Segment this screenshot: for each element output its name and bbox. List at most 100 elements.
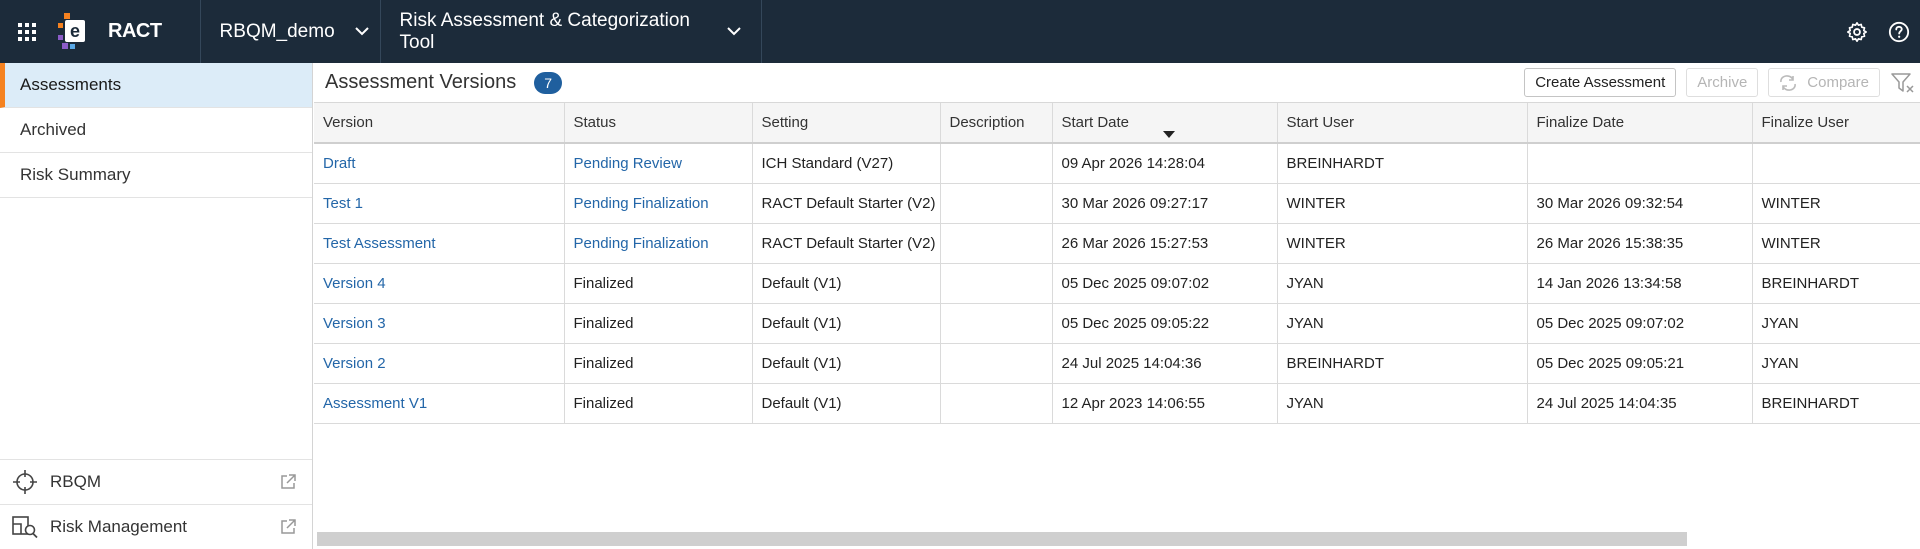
cell-description — [940, 343, 1053, 384]
cell-status: Finalized — [564, 343, 753, 384]
cell-version[interactable]: Test Assessment — [314, 223, 565, 264]
table-row[interactable]: Draft Pending Review ICH Standard (V27) 09 … — [314, 143, 1920, 184]
cell-description — [940, 263, 1053, 304]
help-icon[interactable] — [1878, 0, 1920, 63]
sidebar: Assessments Archived Risk Summary RBQM R… — [0, 63, 313, 549]
cell-finalize-date: 24 Jul 2025 14:04:35 — [1527, 383, 1753, 424]
cell-finalize-date: 05 Dec 2025 09:05:21 — [1527, 343, 1753, 384]
app-name: RACT — [108, 20, 162, 42]
column-header-start-user[interactable]: Start User — [1277, 103, 1528, 144]
page-title: Assessment Versions — [325, 71, 517, 93]
cell-finalize-user: BREINHARDT — [1752, 383, 1920, 424]
sidebar-item-assessments[interactable]: Assessments — [0, 63, 312, 108]
main-panel: Assessment Versions 7 Create Assessment … — [314, 63, 1920, 549]
sidebar-item-archived[interactable]: Archived — [0, 108, 312, 153]
column-header-finalize-date[interactable]: Finalize Date — [1527, 103, 1753, 144]
cell-status[interactable]: Pending Finalization — [564, 183, 753, 224]
cell-status[interactable]: Pending Review — [564, 143, 753, 184]
sidebar-item-label: Assessments — [20, 75, 122, 94]
sidebar-link-label: Risk Management — [50, 517, 188, 536]
cell-description — [940, 143, 1053, 184]
create-assessment-button[interactable]: Create Assessment — [1524, 68, 1677, 97]
cell-start-user: WINTER — [1277, 223, 1528, 264]
table-header-row: Version Status Setting Description Start… — [314, 103, 1920, 144]
cell-start-user: JYAN — [1277, 263, 1528, 304]
assessment-versions-table: Version Status Setting Description Start… — [314, 103, 1920, 424]
cell-start-date: 24 Jul 2025 14:04:36 — [1052, 343, 1278, 384]
cell-finalize-user: BREINHARDT — [1752, 263, 1920, 304]
cell-description — [940, 183, 1053, 224]
cell-setting: Default (V1) — [752, 383, 941, 424]
gear-icon[interactable] — [1836, 0, 1878, 63]
cell-start-date: 05 Dec 2025 09:07:02 — [1052, 263, 1278, 304]
cell-status: Finalized — [564, 263, 753, 304]
cell-version[interactable]: Version 3 — [314, 303, 565, 344]
table-row[interactable]: Version 3 Finalized Default (V1) 05 Dec 202… — [314, 303, 1920, 344]
column-header-status[interactable]: Status — [564, 103, 753, 144]
cell-version[interactable]: Draft — [314, 143, 565, 184]
filter-icon[interactable] — [1890, 68, 1916, 97]
cell-setting: Default (V1) — [752, 343, 941, 384]
cell-finalize-date: 14 Jan 2026 13:34:58 — [1527, 263, 1753, 304]
table-row[interactable]: Version 4 Finalized Default (V1) 05 Dec 202… — [314, 263, 1920, 304]
app-logo-area[interactable]: e RACT — [54, 0, 201, 63]
count-badge: 7 — [534, 71, 563, 94]
cell-finalize-date — [1527, 143, 1753, 184]
cell-setting: RACT Default Starter (V2) — [752, 183, 941, 224]
top-bar: e RACT RBQM_demo Risk Assessment & Categ… — [0, 0, 1920, 63]
compare-label: Compare — [1807, 74, 1869, 91]
cell-version[interactable]: Version 2 — [314, 343, 565, 384]
sidebar-item-label: Risk Summary — [20, 165, 131, 184]
cell-finalize-user: JYAN — [1752, 303, 1920, 344]
apps-grid-icon[interactable] — [0, 0, 54, 63]
column-header-finalize-user[interactable]: Finalize User — [1752, 103, 1920, 144]
sidebar-link-risk-management[interactable]: Risk Management — [0, 504, 312, 549]
context-selector[interactable]: RBQM_demo — [201, 0, 381, 63]
table-row[interactable]: Assessment V1 Finalized Default (V1) 12 Apr… — [314, 383, 1920, 424]
tool-label: Risk Assessment & Categorization Tool — [399, 9, 690, 53]
tool-selector[interactable]: Risk Assessment & Categorization Tool — [381, 0, 762, 63]
compare-icon — [1779, 74, 1797, 91]
cell-start-date: 05 Dec 2025 09:05:22 — [1052, 303, 1278, 344]
cell-setting: Default (V1) — [752, 303, 941, 344]
sidebar-link-label: RBQM — [50, 472, 101, 491]
app-logo-icon: e — [58, 12, 88, 51]
cell-finalize-user: WINTER — [1752, 223, 1920, 264]
panel-header: Assessment Versions 7 Create Assessment … — [314, 63, 1920, 103]
cell-version[interactable]: Test 1 — [314, 183, 565, 224]
sidebar-item-risk-summary[interactable]: Risk Summary — [0, 153, 312, 198]
cell-start-date: 12 Apr 2023 14:06:55 — [1052, 383, 1278, 424]
column-header-start-date[interactable]: Start Date — [1052, 103, 1278, 144]
context-label: RBQM_demo — [219, 20, 335, 42]
column-header-description[interactable]: Description — [940, 103, 1053, 144]
cell-version[interactable]: Assessment V1 — [314, 383, 565, 424]
cell-finalize-date: 05 Dec 2025 09:07:02 — [1527, 303, 1753, 344]
cell-description — [940, 303, 1053, 344]
archive-button[interactable]: Archive — [1686, 68, 1759, 97]
horizontal-scrollbar[interactable] — [317, 532, 1687, 546]
table-row[interactable]: Version 2 Finalized Default (V1) 24 Jul 202… — [314, 343, 1920, 384]
sidebar-link-rbqm[interactable]: RBQM — [0, 459, 312, 504]
table-row[interactable]: Test 1 Pending Finalization RACT Default S… — [314, 183, 1920, 224]
compare-button[interactable]: Compare — [1768, 68, 1880, 97]
chevron-down-icon — [354, 27, 369, 36]
column-header-label: Start Date — [1061, 114, 1130, 131]
cell-start-date: 26 Mar 2026 15:27:53 — [1052, 223, 1278, 264]
toolbar: Create Assessment Archive Compare — [1524, 68, 1920, 97]
cell-status[interactable]: Pending Finalization — [564, 223, 753, 264]
cell-start-user: BREINHARDT — [1277, 143, 1528, 184]
cell-description — [940, 223, 1053, 264]
top-right-actions — [1836, 0, 1920, 63]
column-header-version[interactable]: Version — [314, 103, 565, 144]
cell-setting: Default (V1) — [752, 263, 941, 304]
cell-start-user: JYAN — [1277, 383, 1528, 424]
external-link-icon — [264, 518, 312, 536]
cell-finalize-user — [1752, 143, 1920, 184]
cell-start-user: WINTER — [1277, 183, 1528, 224]
table-row[interactable]: Test Assessment Pending Finalization RACT … — [314, 223, 1920, 264]
sidebar-item-label: Archived — [20, 120, 87, 139]
cell-finalize-date: 26 Mar 2026 15:38:35 — [1527, 223, 1753, 264]
cell-start-date: 09 Apr 2026 14:28:04 — [1052, 143, 1278, 184]
cell-version[interactable]: Version 4 — [314, 263, 565, 304]
column-header-setting[interactable]: Setting — [752, 103, 941, 144]
